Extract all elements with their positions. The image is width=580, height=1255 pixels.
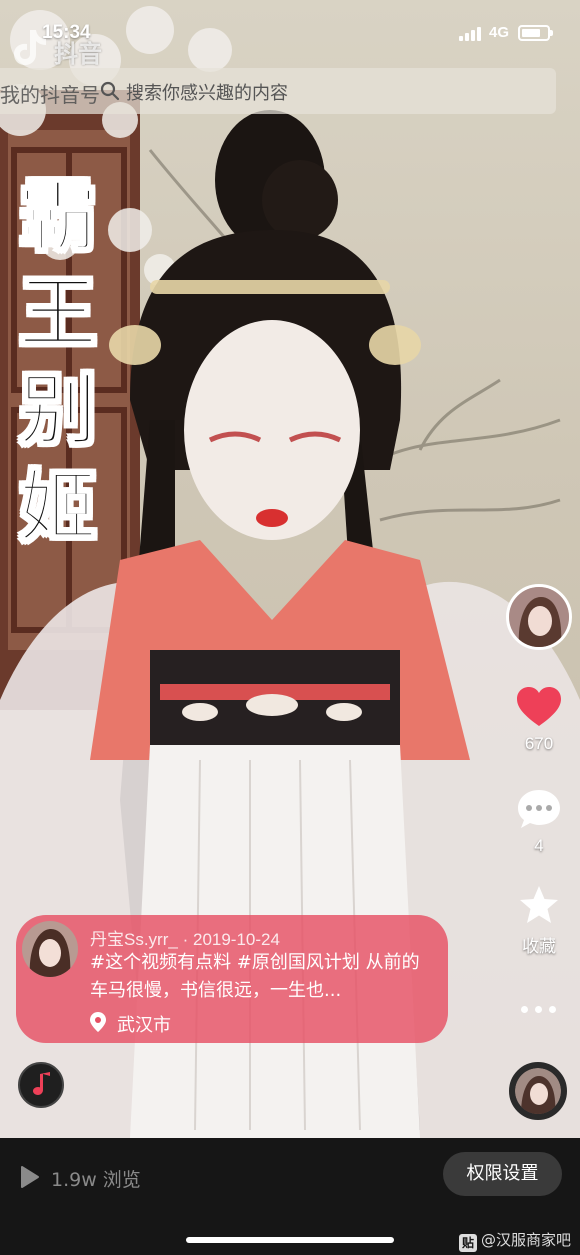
view-count: 1.9w 浏览 [51,1169,141,1191]
post-info-card[interactable]: 丹宝Ss.yrr_ · 2019-10-24 #这个视频有点料 #原创国风计划 … [16,915,448,1043]
disc-cover-image [515,1068,561,1114]
more-dot-icon [549,1006,556,1013]
douyin-note-icon [14,30,46,65]
music-disc[interactable] [509,1062,567,1120]
meta-separator: · [182,930,189,949]
favorite-button[interactable]: 收藏 [509,884,569,957]
play-icon [21,1166,39,1188]
post-date: 2019-10-24 [192,930,280,949]
music-note-icon [33,1072,50,1095]
video-title-overlay: 霸王别姬 [2,168,114,556]
more-dot-icon [535,1006,542,1013]
avatar-image [22,921,78,977]
title-char: 姬 [18,461,98,554]
like-count: 670 [524,734,554,753]
comment-icon [518,790,560,828]
back-link[interactable]: 我的抖音号 [0,79,100,108]
post-description[interactable]: #这个视频有点料 #原创国风计划 从前的车马很慢，书信很远，一生也... [90,949,436,1005]
post-meta: 丹宝Ss.yrr_ · 2019-10-24 [90,925,280,950]
source-watermark: 贴 @汉服商家吧 [459,1229,571,1252]
title-char: 王 [18,267,98,360]
comment-button[interactable]: 4 [509,788,569,856]
author-avatar[interactable] [506,584,572,650]
like-button[interactable]: 670 [509,686,569,754]
search-icon [100,81,120,101]
author-name[interactable]: 丹宝Ss.yrr_ [90,930,178,949]
more-options-button[interactable] [521,1004,557,1014]
search-placeholder[interactable]: 搜索你感兴趣的内容 [126,79,288,105]
watermark-badge: 贴 [459,1234,477,1252]
star-icon [520,886,558,923]
bottom-bar: 1.9w 浏览 权限设置 贴 @汉服商家吧 [0,1138,580,1255]
search-bar[interactable]: 我的抖音号 搜索你感兴趣的内容 [0,68,556,114]
more-dot-icon [521,1006,528,1013]
avatar-image [509,587,569,647]
logo-text: 抖音 [54,40,102,68]
battery-icon [518,25,553,41]
music-button[interactable] [18,1062,64,1108]
home-indicator[interactable] [186,1237,394,1243]
heart-icon [517,687,561,726]
signal-icon [459,27,483,41]
title-char: 别 [18,364,98,457]
video-player[interactable]: 15:34 4G 抖音 我的抖音号 搜索你感兴趣的内容 霸王别姬 670 4 收… [0,0,580,1138]
comment-count: 4 [534,836,544,855]
location-pin-icon [90,1012,106,1032]
location-label[interactable]: 武汉市 [117,1011,171,1037]
title-char: 霸 [18,170,98,263]
douyin-logo: 抖音 [6,24,126,68]
favorite-label: 收藏 [522,937,556,956]
card-author-avatar[interactable] [22,921,78,977]
permission-settings-button[interactable]: 权限设置 [443,1152,562,1196]
watermark-text: @汉服商家吧 [481,1231,572,1249]
network-type: 4G [489,24,510,41]
